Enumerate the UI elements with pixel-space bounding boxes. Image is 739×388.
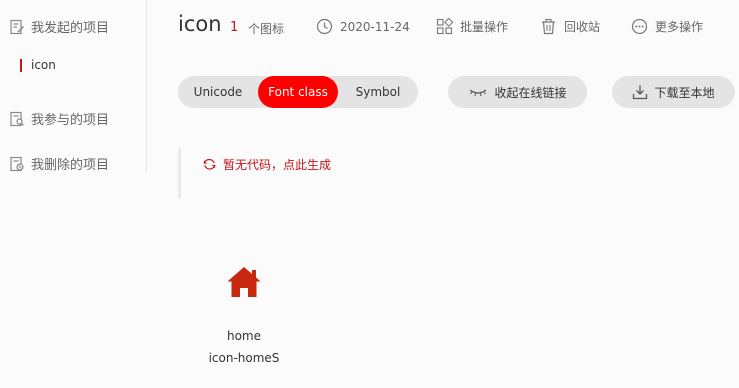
- doc-edit-icon: [10, 19, 24, 34]
- page-title: icon: [178, 12, 222, 36]
- code-area: 暂无代码，点此生成: [178, 148, 378, 198]
- icon-count: 1: [230, 20, 239, 35]
- home-icon: [227, 267, 261, 297]
- doc-search-icon: [10, 111, 24, 126]
- trash-icon: [542, 18, 555, 35]
- sidebar-item-label: 我删除的项目: [31, 158, 110, 173]
- tab-font-class[interactable]: Font class: [258, 76, 338, 108]
- sidebar-item-deleted-projects[interactable]: 我删除的项目: [9, 154, 109, 173]
- batch-operation-label: 批量操作: [460, 20, 509, 34]
- sidebar-item-current-project[interactable]: icon: [20, 58, 56, 72]
- clock-icon: [316, 18, 333, 35]
- grid-icon: [436, 18, 453, 35]
- icon-card[interactable]: home icon-homeS: [194, 262, 294, 372]
- icon-class-name: icon-homeS: [208, 351, 280, 365]
- refresh-icon: [203, 158, 216, 170]
- recycle-bin-label: 回收站: [564, 20, 601, 34]
- sidebar: 我发起的项目 icon 我参与的项目 我删除的项目: [0, 0, 147, 173]
- icon-name: home: [226, 329, 262, 343]
- batch-operation-button[interactable]: 批量操作: [436, 18, 508, 35]
- sidebar-item-label: icon: [31, 58, 56, 72]
- download-icon: [633, 85, 648, 100]
- doc-delete-icon: [10, 156, 24, 171]
- tab-unicode[interactable]: Unicode: [178, 76, 258, 108]
- collapse-online-link-label: 收起在线链接: [494, 85, 567, 100]
- active-indicator: [20, 58, 22, 72]
- date-label: 2020-11-24: [340, 19, 410, 34]
- download-local-button[interactable]: 下载至本地: [612, 76, 735, 108]
- tab-symbol[interactable]: Symbol: [338, 76, 418, 108]
- sidebar-item-my-projects[interactable]: 我发起的项目: [9, 17, 109, 36]
- code-type-tabs: Unicode Font class Symbol: [178, 76, 418, 108]
- more-operations-label: 更多操作: [655, 20, 704, 34]
- project-header: icon 1 个图标 2020-11-24 批量操作 回收站 更多操作: [178, 12, 739, 46]
- generate-code-label: 暂无代码，点此生成: [223, 158, 332, 172]
- sidebar-item-label: 我参与的项目: [31, 113, 110, 128]
- sidebar-item-label: 我发起的项目: [31, 21, 110, 36]
- download-local-label: 下载至本地: [654, 85, 715, 100]
- created-date: 2020-11-24: [316, 18, 410, 35]
- more-operations-button[interactable]: 更多操作: [631, 18, 703, 35]
- recycle-bin-button[interactable]: 回收站: [540, 18, 600, 35]
- generate-code-link[interactable]: 暂无代码，点此生成: [202, 156, 331, 173]
- eye-closed-icon: [470, 89, 487, 97]
- sidebar-item-joined-projects[interactable]: 我参与的项目: [9, 109, 109, 128]
- more-icon: [631, 18, 648, 35]
- collapse-online-link-button[interactable]: 收起在线链接: [448, 76, 587, 108]
- icon-count-unit: 个图标: [248, 22, 285, 36]
